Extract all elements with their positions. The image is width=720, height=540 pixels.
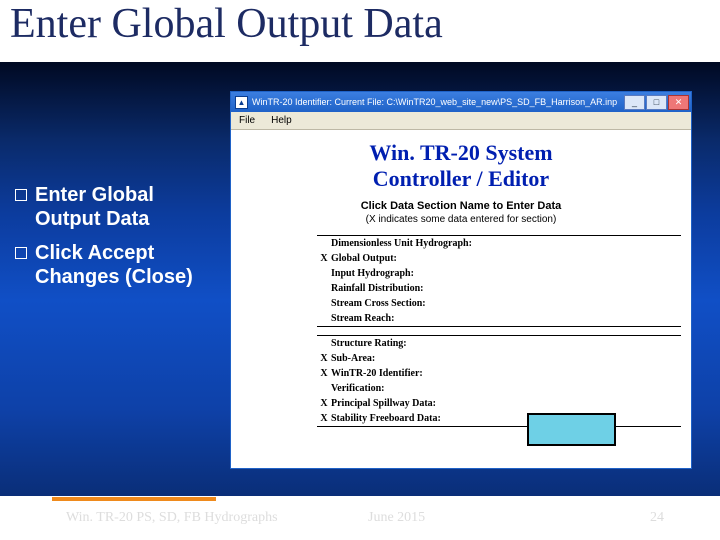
list-item[interactable]: Structure Rating:	[317, 335, 681, 351]
slide: Enter Global Output Data Enter Global Ou…	[0, 0, 720, 540]
list-item[interactable]: XGlobal Output:	[317, 251, 681, 266]
app-heading: Win. TR-20 System Controller / Editor	[241, 140, 681, 192]
list-item[interactable]: XWinTR-20 Identifier:	[317, 366, 681, 381]
bullet-1: Enter Global Output Data	[15, 183, 215, 231]
list-item[interactable]: Stream Reach:	[317, 311, 681, 327]
menu-file[interactable]: File	[239, 115, 255, 126]
app-subheading-2: (X indicates some data entered for secti…	[241, 214, 681, 225]
window: ▲ WinTR-20 Identifier: Current File: C:\…	[230, 91, 692, 469]
footer-left: Win. TR-20 PS, SD, FB Hydrographs	[66, 510, 278, 526]
bullet-text: Enter Global Output Data	[35, 183, 215, 231]
app-subheading: Click Data Section Name to Enter Data	[241, 200, 681, 212]
window-body: Win. TR-20 System Controller / Editor Cl…	[231, 130, 691, 427]
app-icon: ▲	[235, 96, 248, 109]
list-item[interactable]: Rainfall Distribution:	[317, 281, 681, 296]
list-item[interactable]: XPrincipal Spillway Data:	[317, 396, 681, 411]
square-bullet-icon	[15, 189, 27, 201]
list-item[interactable]: XSub-Area:	[317, 351, 681, 366]
highlight-box	[527, 413, 616, 446]
square-bullet-icon	[15, 247, 27, 259]
minimize-button[interactable]: _	[624, 95, 645, 110]
footer: Win. TR-20 PS, SD, FB Hydrographs June 2…	[0, 496, 720, 540]
list-item[interactable]: Verification:	[317, 381, 681, 396]
list-item[interactable]: Dimensionless Unit Hydrograph:	[317, 235, 681, 251]
menu-help[interactable]: Help	[271, 115, 292, 126]
bullet-list: Enter Global Output Data Click Accept Ch…	[15, 183, 215, 299]
bullet-text: Click Accept Changes (Close)	[35, 241, 215, 289]
footer-center: June 2015	[368, 510, 425, 526]
window-controls: _ □ ✕	[623, 95, 689, 110]
section-list: Dimensionless Unit Hydrograph: XGlobal O…	[317, 235, 681, 427]
list-item[interactable]: XStability Freeboard Data:	[317, 411, 681, 427]
slide-title: Enter Global Output Data	[10, 0, 710, 48]
list-item[interactable]: Input Hydrograph:	[317, 266, 681, 281]
close-button[interactable]: ✕	[668, 95, 689, 110]
window-title: WinTR-20 Identifier: Current File: C:\Wi…	[252, 97, 617, 107]
bullet-2: Click Accept Changes (Close)	[15, 241, 215, 289]
footer-right: 24	[650, 510, 664, 526]
list-item[interactable]: Stream Cross Section:	[317, 296, 681, 311]
maximize-button[interactable]: □	[646, 95, 667, 110]
window-titlebar: ▲ WinTR-20 Identifier: Current File: C:\…	[231, 92, 691, 112]
window-menubar: File Help	[231, 112, 691, 130]
